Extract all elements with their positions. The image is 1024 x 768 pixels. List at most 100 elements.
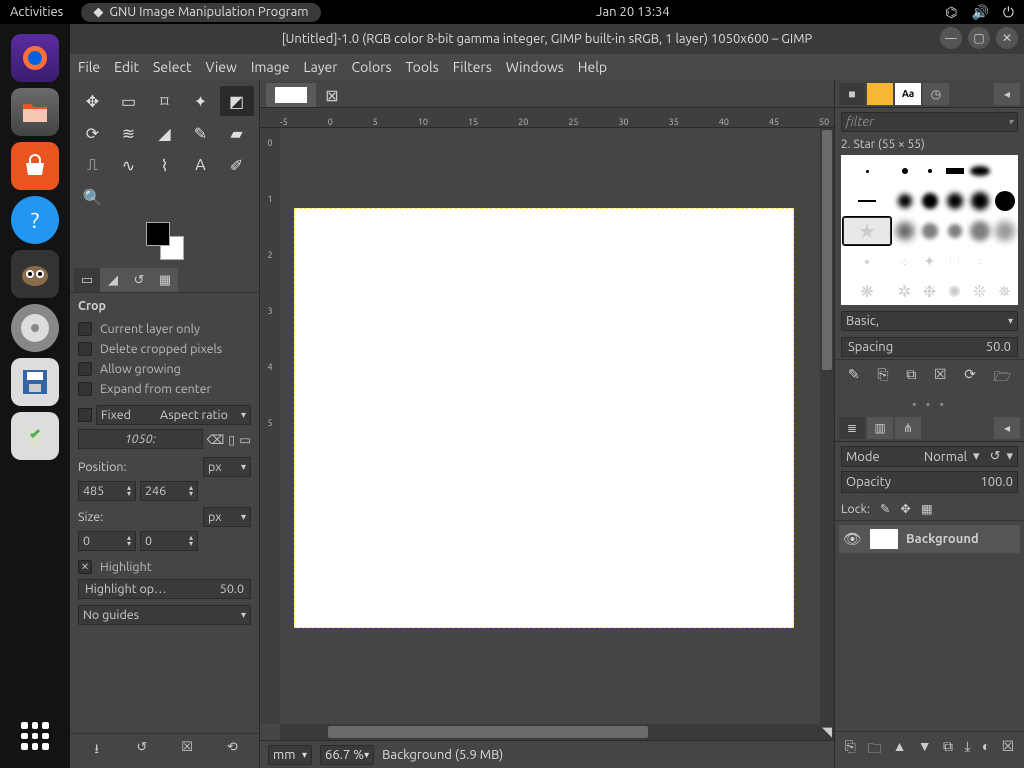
- tool-fuzzy-select[interactable]: ✦: [184, 86, 218, 116]
- tool-path[interactable]: ⌇: [148, 150, 182, 180]
- tab-doc-history[interactable]: ◷: [923, 83, 949, 105]
- size-w-input[interactable]: 0▴▾: [78, 531, 136, 551]
- delete-layer-icon[interactable]: ☒: [1002, 738, 1015, 762]
- menu-windows[interactable]: Windows: [506, 59, 564, 75]
- dock-firefox[interactable]: [11, 34, 59, 82]
- brush-grid[interactable]: ★ ٭ ·:· ✦ ⋮⋮ :: ❋ ✲ ❉ ✺ ❊: [841, 155, 1018, 305]
- new-layer-icon[interactable]: ⎘: [845, 738, 856, 762]
- layer-name[interactable]: Background: [906, 532, 979, 546]
- lock-position-icon[interactable]: ✥: [900, 501, 910, 516]
- tab-fonts[interactable]: Aa: [895, 83, 921, 105]
- tool-zoom[interactable]: 🔍: [76, 182, 110, 212]
- size-unit-select[interactable]: px▾: [203, 507, 251, 527]
- chk-current-layer[interactable]: [78, 322, 92, 336]
- network-icon[interactable]: ⌬: [945, 4, 957, 21]
- layer-mode-select[interactable]: Mode Normal ▾ ↺ ▾: [841, 446, 1018, 467]
- tab-undo-history[interactable]: ↺: [126, 268, 152, 292]
- tab-channels[interactable]: ▥: [867, 417, 893, 439]
- edit-brush-icon[interactable]: ✎: [848, 366, 860, 390]
- dock-files[interactable]: [11, 88, 59, 136]
- tab-images[interactable]: ▦: [152, 268, 178, 292]
- menu-filters[interactable]: Filters: [453, 59, 492, 75]
- tab-tool-options[interactable]: ▭: [74, 268, 100, 292]
- dock-trash[interactable]: [11, 412, 59, 460]
- chk-fixed[interactable]: [78, 408, 92, 422]
- delete-options-icon[interactable]: ☒: [175, 740, 199, 762]
- restore-options-icon[interactable]: ↺: [130, 740, 154, 762]
- tab-device-status[interactable]: ◢: [100, 268, 126, 292]
- merge-down-icon[interactable]: ⤓: [964, 738, 970, 762]
- tool-color-picker[interactable]: ✐: [220, 150, 254, 180]
- horizontal-scrollbar[interactable]: [280, 724, 820, 740]
- reset-options-icon[interactable]: ⟲: [220, 740, 244, 762]
- navigation-icon[interactable]: ◥: [820, 724, 834, 740]
- window-maximize-button[interactable]: ▢: [968, 27, 990, 49]
- window-close-button[interactable]: ✕: [996, 27, 1018, 49]
- tab-layers-configure-icon[interactable]: ◂: [994, 417, 1020, 439]
- menu-edit[interactable]: Edit: [114, 59, 139, 75]
- tool-rect-select[interactable]: ▭: [112, 86, 146, 116]
- brush-filter-input[interactable]: filter▾: [841, 112, 1018, 132]
- size-h-input[interactable]: 0▴▾: [140, 531, 198, 551]
- mode-switch-icon[interactable]: ↺: [990, 449, 1001, 464]
- tool-pencil[interactable]: ✎: [184, 118, 218, 148]
- position-y-input[interactable]: 246▴▾: [140, 481, 198, 501]
- tool-smudge[interactable]: ∿: [112, 150, 146, 180]
- window-minimize-button[interactable]: —: [940, 27, 962, 49]
- horizontal-ruler[interactable]: -50510152025303540455055606570: [260, 108, 834, 128]
- tool-clone[interactable]: ⎍: [76, 150, 110, 180]
- layer-opacity-slider[interactable]: Opacity 100.0: [841, 471, 1018, 493]
- layer-item[interactable]: 👁 Background: [839, 525, 1020, 553]
- duplicate-layer-icon[interactable]: ⧉: [943, 738, 953, 762]
- chk-expand-center[interactable]: [78, 382, 92, 396]
- tool-rotate[interactable]: ⟳: [76, 118, 110, 148]
- raise-layer-icon[interactable]: ▲: [893, 738, 907, 762]
- new-brush-icon[interactable]: ⎘: [877, 366, 888, 390]
- tool-warp[interactable]: ≋: [112, 118, 146, 148]
- landscape-icon[interactable]: ▭: [239, 432, 251, 447]
- menu-layer[interactable]: Layer: [303, 59, 337, 75]
- lock-alpha-icon[interactable]: ▦: [921, 501, 933, 516]
- guides-select[interactable]: No guides▾: [78, 605, 251, 625]
- delete-brush-icon[interactable]: ☒: [934, 366, 947, 390]
- tool-eraser[interactable]: ▰: [220, 118, 254, 148]
- brush-spacing-slider[interactable]: Spacing 50.0: [841, 337, 1018, 357]
- clear-icon[interactable]: ⌫: [207, 432, 225, 447]
- position-x-input[interactable]: 485▴▾: [78, 481, 136, 501]
- position-unit-select[interactable]: px▾: [203, 457, 251, 477]
- menu-image[interactable]: Image: [251, 59, 290, 75]
- lock-pixels-icon[interactable]: ✎: [880, 501, 890, 516]
- canvas[interactable]: [294, 208, 794, 628]
- tool-free-select[interactable]: ⌑: [148, 86, 182, 116]
- tool-move[interactable]: ✥: [76, 86, 110, 116]
- open-as-image-icon[interactable]: 🗁: [994, 366, 1011, 390]
- tab-brushes[interactable]: ■: [839, 83, 865, 105]
- menu-view[interactable]: View: [205, 59, 236, 75]
- tool-crop[interactable]: ◩: [220, 86, 254, 116]
- menu-file[interactable]: File: [78, 59, 100, 75]
- portrait-icon[interactable]: ▯: [228, 432, 235, 447]
- clock[interactable]: Jan 20 13:34: [596, 5, 670, 19]
- brush-preset-select[interactable]: Basic,▾: [841, 311, 1018, 331]
- dock-help[interactable]: ?: [11, 196, 59, 244]
- image-tab-1[interactable]: [266, 83, 316, 107]
- tab-layers[interactable]: ≣: [839, 417, 865, 439]
- power-icon[interactable]: ⏻: [1003, 4, 1014, 21]
- chk-highlight[interactable]: ✕: [78, 560, 92, 574]
- menu-tools[interactable]: Tools: [406, 59, 439, 75]
- new-group-icon[interactable]: 🗀: [867, 738, 881, 762]
- dock-gimp[interactable]: [11, 250, 59, 298]
- tab-configure-icon[interactable]: ◂: [994, 83, 1020, 105]
- dock-save[interactable]: [11, 358, 59, 406]
- image-tab-close[interactable]: ⊠: [320, 83, 344, 107]
- refresh-brush-icon[interactable]: ⟳: [964, 366, 976, 390]
- vertical-ruler[interactable]: 012345: [260, 128, 280, 724]
- unit-select[interactable]: mm▾: [268, 745, 312, 765]
- dock-separator[interactable]: • • •: [835, 396, 1024, 414]
- save-options-icon[interactable]: ⭳: [85, 740, 109, 762]
- canvas-viewport[interactable]: [280, 128, 820, 724]
- vertical-scrollbar[interactable]: [820, 128, 834, 724]
- dock-media[interactable]: [11, 304, 59, 352]
- fixed-value-input[interactable]: 1050:: [78, 429, 203, 449]
- layer-visibility-icon[interactable]: 👁: [843, 530, 862, 548]
